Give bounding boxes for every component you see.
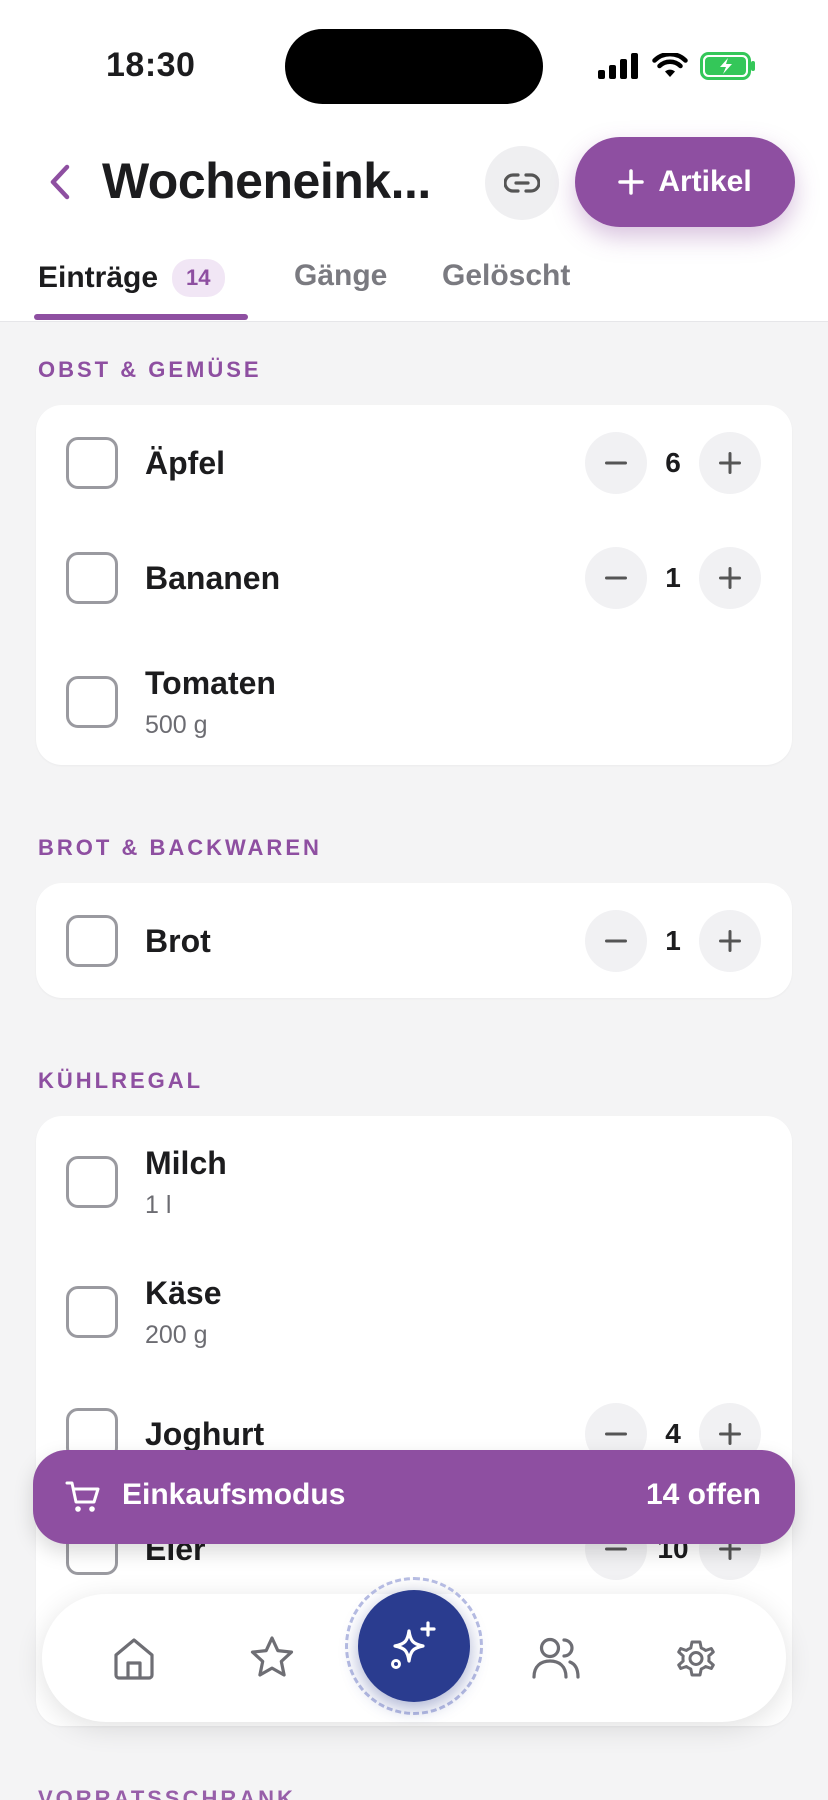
increase-button[interactable] [699, 547, 761, 609]
minus-icon [605, 1432, 627, 1436]
home-icon [114, 1638, 154, 1680]
item-name: Käse [145, 1275, 222, 1311]
page-title: Wocheneink... [102, 153, 431, 209]
item-name: Bananen [145, 560, 281, 596]
item-checkbox[interactable] [66, 676, 118, 728]
tab-bar: Einträge 14 Gänge Gelöscht [0, 255, 828, 322]
chevron-left-icon [50, 164, 70, 200]
quantity-stepper[interactable]: 1 [585, 910, 761, 972]
active-tab-indicator [34, 314, 248, 320]
quantity-stepper[interactable]: 1 [585, 547, 761, 609]
section-card-bread: Brot 1 [36, 883, 792, 998]
battery-icon [700, 52, 755, 80]
item-name: Äpfel [145, 445, 225, 481]
nav-members[interactable] [530, 1632, 582, 1684]
status-icons [598, 52, 756, 80]
section-title-pantry: VORRATSSCHRANK [38, 1786, 296, 1800]
item-name: Milch [145, 1145, 227, 1181]
quantity-value: 1 [665, 562, 681, 593]
item-detail: 1 l [145, 1191, 172, 1219]
wifi-icon [652, 53, 688, 77]
shopping-mode-button[interactable]: Einkaufsmodus 14 offen [33, 1450, 795, 1544]
link-icon [504, 173, 540, 193]
quantity-value: 6 [665, 447, 681, 478]
open-items-count: 14 offen [645, 1478, 761, 1511]
users-icon [532, 1637, 580, 1679]
increase-button[interactable] [699, 910, 761, 972]
minus-icon [605, 461, 627, 465]
section-card-fruit-veg: Äpfel 6 Bananen 1 Tomaten 500 g [36, 405, 792, 765]
section-title-fruit-veg: OBST & GEMÜSE [38, 357, 262, 382]
quantity-value: 1 [665, 925, 681, 956]
minus-icon [605, 1547, 627, 1551]
item-checkbox[interactable] [66, 915, 118, 967]
list-item[interactable]: Tomaten 500 g [36, 635, 792, 765]
back-button[interactable] [40, 160, 80, 204]
plus-icon [719, 452, 741, 474]
minus-icon [605, 939, 627, 943]
add-article-label: Artikel [658, 165, 752, 198]
item-detail: 500 g [145, 711, 208, 739]
add-article-button[interactable]: Artikel [575, 137, 795, 227]
tab-deleted-label: Gelöscht [442, 259, 571, 292]
cart-icon [65, 1481, 100, 1512]
item-checkbox[interactable] [66, 1156, 118, 1208]
sparkles-icon [391, 1621, 436, 1669]
item-checkbox[interactable] [66, 552, 118, 604]
tab-entries[interactable]: Einträge 14 [38, 259, 225, 297]
star-icon [250, 1636, 294, 1677]
list-item[interactable]: Brot 1 [36, 883, 792, 998]
gear-icon [677, 1640, 715, 1677]
shopping-mode-label: Einkaufsmodus [122, 1478, 346, 1511]
nav-favorites[interactable] [246, 1632, 298, 1684]
minus-icon [605, 576, 627, 580]
header-area: 18:30 Wocheneink... Artikel Einträge 14 … [0, 0, 828, 322]
tab-deleted[interactable]: Gelöscht [442, 259, 570, 293]
list-item[interactable]: Käse 200 g [36, 1246, 792, 1376]
item-detail: 200 g [145, 1321, 208, 1349]
dynamic-island [285, 29, 543, 104]
nav-settings[interactable] [670, 1632, 722, 1684]
tab-aisles[interactable]: Gänge [294, 259, 387, 293]
ai-assistant-button[interactable] [358, 1590, 470, 1702]
list-item[interactable]: Äpfel 6 [36, 405, 792, 520]
item-checkbox[interactable] [66, 1286, 118, 1338]
tab-aisles-label: Gänge [294, 259, 388, 292]
section-title-chilled: KÜHLREGAL [38, 1068, 204, 1093]
section-title-bread: BROT & BACKWAREN [38, 835, 322, 860]
share-link-button[interactable] [485, 146, 559, 220]
signal-icon [598, 53, 638, 79]
decrease-button[interactable] [585, 547, 647, 609]
decrease-button[interactable] [585, 432, 647, 494]
plus-icon [719, 1423, 741, 1445]
decrease-button[interactable] [585, 910, 647, 972]
status-time: 18:30 [106, 46, 196, 84]
item-checkbox[interactable] [66, 437, 118, 489]
plus-icon [719, 930, 741, 952]
list-item[interactable]: Milch 1 l [36, 1116, 792, 1246]
quantity-stepper[interactable]: 6 [585, 432, 761, 494]
nav-home[interactable] [108, 1632, 160, 1684]
list-item[interactable]: Bananen 1 [36, 520, 792, 635]
plus-icon [618, 169, 645, 195]
item-name: Tomaten [145, 665, 276, 701]
item-name: Brot [145, 923, 211, 959]
increase-button[interactable] [699, 432, 761, 494]
item-name: Joghurt [145, 1416, 265, 1452]
tab-entries-label: Einträge [38, 261, 159, 294]
plus-icon [719, 567, 741, 589]
entries-count-badge: 14 [172, 259, 225, 297]
